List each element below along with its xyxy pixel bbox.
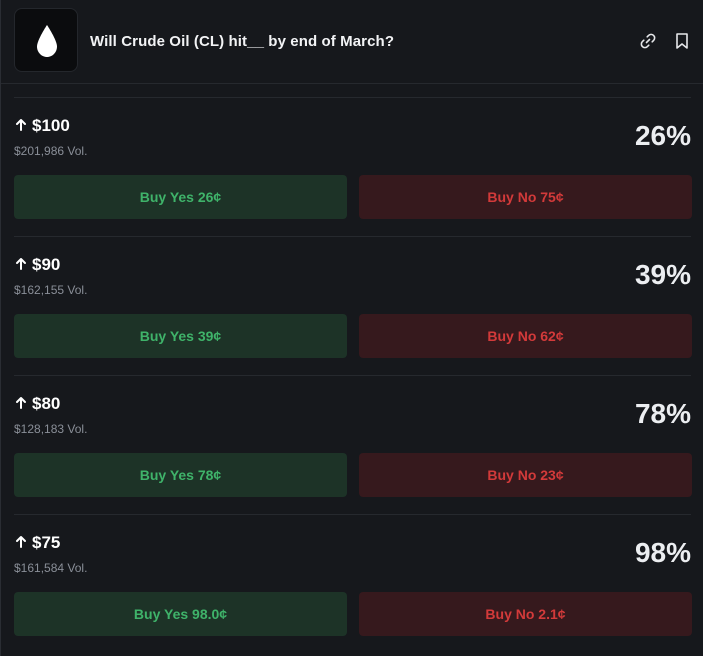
market-row: $90 $162,155 Vol. 39% Buy Yes 39¢ Buy No… — [1, 236, 703, 375]
buy-yes-button[interactable]: Buy Yes 39¢ — [14, 314, 347, 358]
price-level: $80 — [32, 394, 61, 413]
oil-drop-icon — [37, 25, 57, 57]
link-icon[interactable] — [639, 32, 657, 50]
probability: 26% — [634, 120, 691, 151]
price-level: $100 — [32, 116, 70, 135]
bookmark-icon[interactable] — [673, 32, 691, 50]
market-row: $100 $201,986 Vol. 26% Buy Yes 26¢ Buy N… — [1, 97, 703, 236]
market-row: $75 $161,584 Vol. 98% Buy Yes 98.0¢ Buy … — [1, 514, 703, 653]
divider — [14, 514, 691, 515]
volume: $162,155 Vol. — [14, 283, 88, 297]
market-title: Will Crude Oil (CL) hit__ by end of Marc… — [90, 33, 395, 50]
market-logo — [14, 8, 78, 72]
divider — [14, 236, 691, 237]
divider — [14, 97, 691, 98]
price-level: $90 — [32, 255, 61, 274]
buy-no-button[interactable]: Buy No 62¢ — [359, 314, 692, 358]
arrow-up-icon — [16, 397, 26, 409]
probability: 78% — [634, 398, 691, 429]
buy-no-button[interactable]: Buy No 23¢ — [359, 453, 692, 497]
buy-yes-button[interactable]: Buy Yes 78¢ — [14, 453, 347, 497]
market-row: $80 $128,183 Vol. 78% Buy Yes 78¢ Buy No… — [1, 375, 703, 514]
volume: $201,986 Vol. — [14, 144, 88, 158]
market-card: Will Crude Oil (CL) hit__ by end of Marc… — [0, 0, 703, 656]
volume: $128,183 Vol. — [14, 422, 88, 436]
divider — [14, 375, 691, 376]
buy-yes-button[interactable]: Buy Yes 26¢ — [14, 175, 347, 219]
arrow-up-icon — [16, 258, 26, 270]
price-level: $75 — [32, 533, 61, 552]
arrow-up-icon — [16, 119, 26, 131]
volume: $161,584 Vol. — [14, 561, 88, 575]
probability: 39% — [634, 259, 691, 290]
buy-no-button[interactable]: Buy No 75¢ — [359, 175, 692, 219]
arrow-up-icon — [16, 536, 26, 548]
buy-yes-button[interactable]: Buy Yes 98.0¢ — [14, 592, 347, 636]
probability: 98% — [634, 537, 691, 568]
buy-no-button[interactable]: Buy No 2.1¢ — [359, 592, 692, 636]
header: Will Crude Oil (CL) hit__ by end of Marc… — [1, 0, 703, 84]
